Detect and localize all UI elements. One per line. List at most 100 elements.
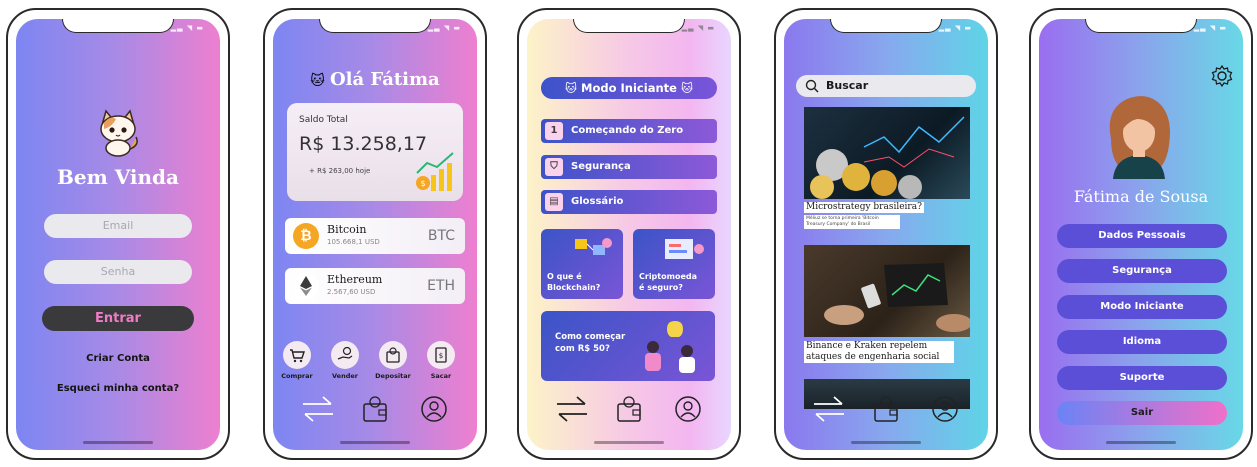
buy-action[interactable]: Comprar xyxy=(279,341,315,380)
coin-name: Bitcoin xyxy=(327,223,367,236)
profile-icon[interactable] xyxy=(930,394,960,424)
forgot-account-link[interactable]: Esqueci minha conta? xyxy=(16,383,220,394)
security-button[interactable]: Segurança xyxy=(1057,259,1227,283)
coin-card-bitcoin[interactable]: ₿ Bitcoin 105.668,1 USD BTC xyxy=(285,218,465,254)
home-indicator xyxy=(851,441,921,444)
status-icons: ▂▃ ◥ ▬ xyxy=(1193,24,1227,32)
cat-face-icon: 🐱 xyxy=(310,73,325,89)
cat-mascot-icon xyxy=(100,109,138,157)
phone-news: ▂▃ ◥ ▬ Buscar Microstrategy brasileira? … xyxy=(774,8,998,460)
coin-value: 105.668,1 USD xyxy=(327,238,380,246)
wallet-icon[interactable] xyxy=(615,394,643,424)
people-idea-illustration xyxy=(645,321,695,373)
news-image-coins[interactable] xyxy=(804,107,970,199)
avatar xyxy=(1109,96,1170,179)
support-button[interactable]: Suporte xyxy=(1057,366,1227,390)
cat-face-icon: 🐱 xyxy=(680,81,693,95)
cart-icon xyxy=(283,341,311,369)
menu-starting-zero[interactable]: 1 Começando do Zero xyxy=(541,119,717,143)
cat-face-icon: 🐱 xyxy=(565,81,578,95)
bottom-nav xyxy=(273,394,477,428)
coin-card-ethereum[interactable]: Ethereum 2.567,60 USD ETH xyxy=(285,268,465,304)
transfer-arrows-icon[interactable] xyxy=(812,394,846,424)
coin-name: Ethereum xyxy=(327,273,383,286)
menu-security[interactable]: ⛉ Segurança xyxy=(541,155,717,179)
personal-data-button[interactable]: Dados Pessoais xyxy=(1057,224,1227,248)
withdraw-action[interactable]: $ Sacar xyxy=(423,341,459,380)
tile-line: O que é xyxy=(547,272,582,281)
action-label: Comprar xyxy=(281,372,313,380)
transfer-arrows-icon[interactable] xyxy=(555,394,589,424)
phone-wallet: ▂▃ ◥ ▬ 🐱 Olá Fátima Saldo Total R$ 13.25… xyxy=(263,8,487,460)
wallet-screen: ▂▃ ◥ ▬ 🐱 Olá Fátima Saldo Total R$ 13.25… xyxy=(273,19,477,450)
deposit-icon xyxy=(379,341,407,369)
coin-value: 2.567,60 USD xyxy=(327,288,376,296)
login-screen: ▂▃ ◥ ▬ Bem Vinda Email Senha Entrar Cria… xyxy=(16,19,220,450)
phone-login: ▂▃ ◥ ▬ Bem Vinda Email Senha Entrar Cria… xyxy=(6,8,230,460)
status-icons: ▂▃ ◥ ▬ xyxy=(938,24,972,32)
tile-line: é seguro? xyxy=(639,283,683,292)
tile-blockchain[interactable]: O que é Blockchain? xyxy=(541,229,623,299)
tile-line: Criptomoeda xyxy=(639,272,697,281)
email-field[interactable]: Email xyxy=(44,214,192,238)
news-subtitle: Méliuz se torna primeira 'Bitcoin Treasu… xyxy=(804,215,900,229)
logout-button[interactable]: Sair xyxy=(1057,401,1227,425)
tile-text: Como começar com R$ 50? xyxy=(555,331,625,355)
wallet-icon[interactable] xyxy=(872,394,900,424)
search-label: Buscar xyxy=(826,79,869,92)
coins-chart-illustration xyxy=(810,116,965,199)
blockchain-illustration xyxy=(575,238,612,255)
book-icon: ▤ xyxy=(545,193,563,211)
number-one-icon: 1 xyxy=(545,122,563,140)
atm-icon: $ xyxy=(427,341,455,369)
balance-value: R$ 13.258,17 xyxy=(299,133,428,155)
notch xyxy=(573,19,685,33)
menu-label: Começando do Zero xyxy=(571,125,684,136)
coin-ticker: ETH xyxy=(427,278,455,294)
tile-crypto-safe[interactable]: Criptomoeda é seguro? xyxy=(633,229,715,299)
sell-action[interactable]: Vender xyxy=(327,341,363,380)
transfer-arrows-icon[interactable] xyxy=(301,394,335,424)
status-icons: ▂▃ ◥ ▬ xyxy=(681,24,715,32)
crypto-illustration xyxy=(665,239,704,259)
bottom-nav xyxy=(784,394,988,428)
tile-start-50[interactable]: Como começar com R$ 50? xyxy=(541,311,715,381)
notch xyxy=(62,19,174,33)
phone-beginner: ▂▃ ◥ ▬ 🐱 Modo Iniciante 🐱 1 Começando do… xyxy=(517,8,741,460)
news-screen: ▂▃ ◥ ▬ Buscar Microstrategy brasileira? … xyxy=(784,19,988,450)
svg-text:$: $ xyxy=(439,352,443,360)
create-account-link[interactable]: Criar Conta xyxy=(16,353,220,364)
search-bar[interactable]: Buscar xyxy=(796,75,976,97)
language-button[interactable]: Idioma xyxy=(1057,330,1227,354)
enter-button[interactable]: Entrar xyxy=(42,306,194,331)
ethereum-icon xyxy=(293,273,319,299)
menu-glossary[interactable]: ▤ Glossário xyxy=(541,190,717,214)
news-title[interactable]: Binance e Kraken repelem ataques de enge… xyxy=(804,341,954,363)
balance-card: Saldo Total R$ 13.258,17 + R$ 263,00 hoj… xyxy=(287,103,463,201)
beginner-mode-button[interactable]: Modo Iniciante xyxy=(1057,295,1227,319)
svg-text:$: $ xyxy=(420,179,425,188)
wallet-icon[interactable] xyxy=(361,394,389,424)
laptop-illustration xyxy=(824,263,970,332)
balance-change: + R$ 263,00 hoje xyxy=(309,167,371,175)
hand-coin-icon xyxy=(331,341,359,369)
menu-label: Segurança xyxy=(571,161,631,172)
news-title[interactable]: Microstrategy brasileira? xyxy=(804,202,924,213)
home-indicator xyxy=(1106,441,1176,444)
welcome-title: Bem Vinda xyxy=(56,165,179,189)
action-label: Depositar xyxy=(375,372,411,380)
bitcoin-icon: ₿ xyxy=(293,223,319,249)
status-icons: ▂▃ ◥ ▬ xyxy=(170,24,204,32)
password-field[interactable]: Senha xyxy=(44,260,192,284)
profile-icon[interactable] xyxy=(419,394,449,424)
deposit-action[interactable]: Depositar xyxy=(375,341,411,380)
gear-icon[interactable] xyxy=(1211,65,1233,87)
greeting-text: Olá Fátima xyxy=(329,69,440,90)
beginner-mode-title: 🐱 Modo Iniciante 🐱 xyxy=(541,77,717,99)
news-image-laptop[interactable] xyxy=(804,245,970,337)
beginner-screen: ▂▃ ◥ ▬ 🐱 Modo Iniciante 🐱 1 Começando do… xyxy=(527,19,731,450)
profile-icon[interactable] xyxy=(673,394,703,424)
balance-label: Saldo Total xyxy=(299,115,348,125)
greeting-row: 🐱 Olá Fátima xyxy=(273,69,477,90)
tile-text: O que é Blockchain? xyxy=(547,271,600,293)
